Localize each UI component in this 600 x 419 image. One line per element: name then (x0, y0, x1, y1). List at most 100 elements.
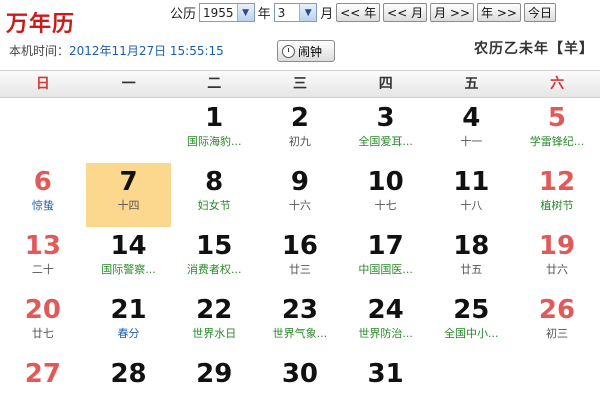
day-lunar-label: 廿三 (288, 263, 311, 276)
day-lunar-label: 世界气象... (272, 327, 328, 340)
day-cell[interactable]: 21 春分 (86, 291, 172, 355)
day-number: 31 (367, 359, 404, 389)
day-cell[interactable]: 18 廿五 (428, 227, 514, 291)
calendar-week-row: 6 惊蛰 7 十四 8 妇女节 9 十六 10 十七 11 十八 12 植树节 (0, 163, 600, 227)
day-cell[interactable]: 16 廿三 (257, 227, 343, 291)
day-lunar-label: 消费者权... (186, 263, 242, 276)
day-cell[interactable]: 22 世界水日 (171, 291, 257, 355)
day-lunar-label: 学雷锋纪... (529, 135, 585, 148)
day-number: 30 (281, 359, 318, 389)
chevron-down-icon[interactable]: ▼ (236, 4, 254, 21)
day-lunar-label: 廿五 (460, 263, 483, 276)
day-cell[interactable]: 6 惊蛰 (0, 163, 86, 227)
day-cell[interactable]: 13 二十 (0, 227, 86, 291)
day-cell[interactable]: 12 植树节 (514, 163, 600, 227)
empty-day-cell (0, 99, 86, 163)
day-number: 9 (290, 167, 309, 197)
day-cell[interactable]: 14 国际警察... (86, 227, 172, 291)
weekday-sun: 日 (35, 76, 50, 92)
calendar-week-row: 13 二十 14 国际警察... 15 消费者权... 16 廿三 17 中国国医... 18 廿五 1… (0, 227, 600, 291)
year-unit-label: 年 (257, 7, 271, 22)
year-select[interactable]: 1955 ▼ (199, 3, 255, 22)
day-lunar-label: 初九 (288, 135, 311, 148)
day-cell[interactable]: 19 廿六 (514, 227, 600, 291)
next-month-button[interactable]: 月 >> (430, 3, 475, 22)
day-lunar-label: 妇女节 (197, 199, 231, 212)
day-number: 6 (33, 167, 52, 197)
lunar-year: 农历乙未年【羊】 (474, 41, 594, 57)
day-lunar-label: 全国爱耳... (358, 135, 413, 148)
day-cell[interactable]: 15 消费者权... (171, 227, 257, 291)
day-number: 14 (110, 231, 147, 261)
prev-year-button[interactable]: << 年 (336, 3, 381, 22)
weekday-tue: 二 (207, 76, 222, 92)
chevron-down-icon[interactable]: ▼ (299, 4, 317, 21)
day-cell[interactable]: 26 初三 (514, 291, 600, 355)
alarm-button[interactable]: 闹钟 (277, 40, 335, 62)
day-number: 16 (281, 231, 318, 261)
day-number: 8 (205, 167, 224, 197)
day-number: 10 (367, 167, 404, 197)
weekday-header: 日 一 二 三 四 五 六 (0, 70, 600, 98)
day-lunar-label: 十八 (460, 199, 483, 212)
day-number: 3 (376, 103, 395, 133)
empty-day-cell (428, 355, 514, 419)
day-lunar-label: 十四 (117, 199, 140, 212)
day-cell[interactable]: 10 十七 (343, 163, 429, 227)
local-time: 本机时间：2012年11月27日 15:55:15 (9, 42, 224, 59)
weekday-fri: 五 (464, 76, 479, 92)
month-unit-label: 月 (320, 7, 334, 22)
day-cell[interactable]: 20 廿七 (0, 291, 86, 355)
day-number: 23 (281, 295, 318, 325)
day-cell[interactable]: 25 全国中小... (428, 291, 514, 355)
day-lunar-label: 十七 (374, 199, 397, 212)
month-select[interactable]: 3 ▼ (273, 3, 318, 22)
day-number: 11 (453, 167, 490, 197)
day-cell[interactable]: 4 十一 (428, 99, 514, 163)
day-cell[interactable]: 31 (343, 355, 429, 419)
day-cell[interactable]: 30 (257, 355, 343, 419)
day-number: 2 (290, 103, 309, 133)
day-lunar-label: 全国中小... (444, 327, 499, 340)
day-number: 17 (367, 231, 404, 261)
weekday-sat: 六 (550, 76, 565, 92)
next-year-button[interactable]: 年 >> (477, 3, 521, 22)
day-cell[interactable]: 9 十六 (257, 163, 343, 227)
empty-day-cell (514, 355, 600, 419)
day-lunar-label: 廿七 (31, 327, 54, 340)
day-cell[interactable]: 17 中国国医... (343, 227, 429, 291)
day-cell[interactable]: 29 (171, 355, 257, 419)
day-number: 12 (538, 167, 576, 197)
weekday-thu: 四 (378, 76, 393, 92)
day-cell[interactable]: 27 (0, 355, 86, 419)
day-lunar-label: 十六 (288, 199, 311, 212)
day-cell[interactable]: 8 妇女节 (171, 163, 257, 227)
day-lunar-label: 初三 (545, 327, 568, 340)
day-cell-today[interactable]: 7 十四 (85, 163, 172, 227)
day-number: 4 (462, 103, 481, 133)
day-lunar-label: 世界水日 (192, 327, 237, 340)
prev-month-button[interactable]: << 月 (383, 3, 428, 22)
day-cell[interactable]: 3 全国爱耳... (343, 99, 429, 163)
day-lunar-label: 植树节 (540, 199, 574, 212)
calendar-week-row: 20 廿七 21 春分 22 世界水日 23 世界气象... 24 世界防治... 25 全国中小..… (0, 291, 600, 355)
day-cell[interactable]: 1 国际海豹... (171, 99, 257, 163)
day-cell[interactable]: 23 世界气象... (257, 291, 343, 355)
today-button[interactable]: 今日 (523, 3, 556, 22)
local-time-label: 本机时间： (9, 44, 70, 58)
day-lunar-label: 中国国医... (358, 263, 413, 276)
day-cell[interactable]: 24 世界防治... (343, 291, 429, 355)
day-cell[interactable]: 11 十八 (428, 163, 514, 227)
month-select-value: 3 (277, 5, 286, 20)
empty-day-cell (86, 99, 172, 163)
year-select-value: 1955 (203, 5, 234, 20)
day-cell[interactable]: 28 (86, 355, 172, 419)
weekday-mon: 一 (121, 76, 136, 92)
day-number: 21 (110, 295, 147, 325)
day-lunar-label: 国际警察... (101, 263, 156, 276)
day-number: 13 (24, 231, 61, 261)
clock-icon (282, 44, 295, 58)
calendar-week-row: 27 28 29 30 31 (0, 355, 600, 419)
day-cell[interactable]: 5 学雷锋纪... (514, 99, 600, 163)
day-cell[interactable]: 2 初九 (257, 99, 343, 163)
